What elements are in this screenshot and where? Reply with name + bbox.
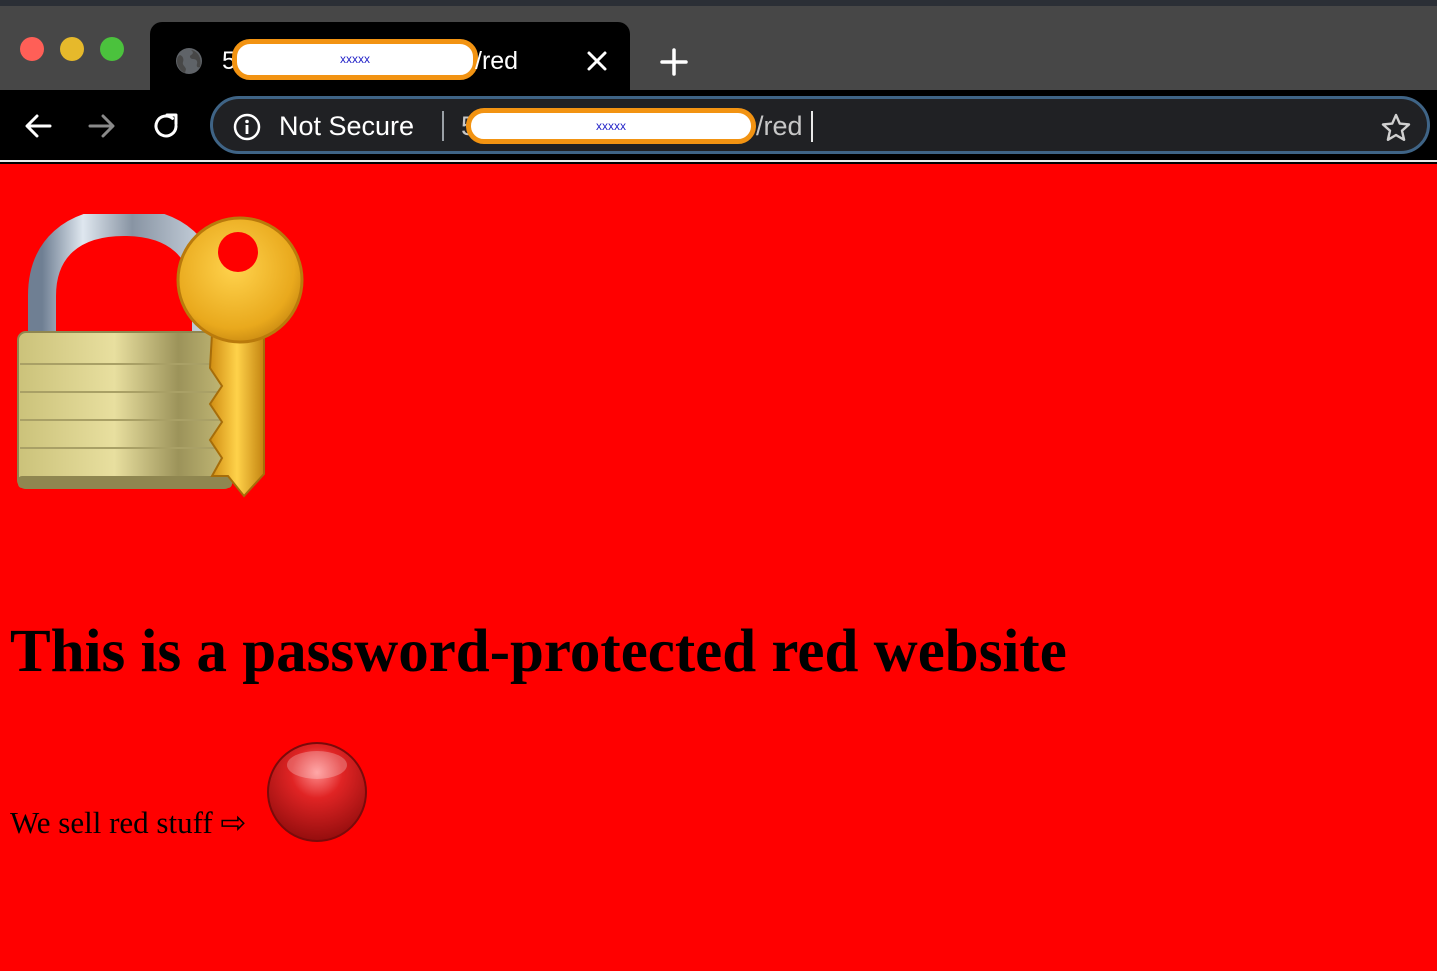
red-circle-icon — [267, 742, 367, 842]
locked-with-key-icon — [17, 214, 304, 498]
globe-icon — [176, 48, 202, 74]
security-status-label[interactable]: Not Secure — [279, 110, 414, 142]
tab-title-suffix: /red — [475, 47, 519, 75]
arrow-right-icon[interactable] — [87, 111, 117, 141]
url-redaction: xxxxx — [466, 108, 756, 144]
tab-title-redaction: xxxxx — [232, 39, 478, 80]
plus-icon[interactable] — [660, 48, 688, 76]
info-icon[interactable] — [233, 113, 261, 141]
active-tab[interactable]: 5 xxxxx /red — [150, 22, 630, 96]
browser-toolbar: Not Secure 5 xxxxx /red — [0, 90, 1437, 162]
omnibox-divider — [442, 111, 444, 141]
page-tagline: We sell red stuff ⇨ — [10, 805, 247, 840]
star-icon[interactable] — [1380, 112, 1412, 144]
close-icon[interactable] — [586, 50, 608, 72]
page-title: This is a password-protected red website — [10, 618, 1067, 685]
url-suffix: /red — [756, 111, 803, 141]
arrow-left-icon[interactable] — [23, 111, 53, 141]
window-close-button[interactable] — [20, 37, 44, 61]
address-bar[interactable]: Not Secure 5 xxxxx /red — [210, 96, 1430, 154]
window-zoom-button[interactable] — [100, 37, 124, 61]
web-page: This is a password-protected red website… — [0, 164, 1437, 971]
window-minimize-button[interactable] — [60, 37, 84, 61]
reload-icon[interactable] — [151, 111, 181, 141]
tab-strip: 5 xxxxx /red — [0, 0, 1437, 96]
text-caret — [811, 111, 813, 142]
